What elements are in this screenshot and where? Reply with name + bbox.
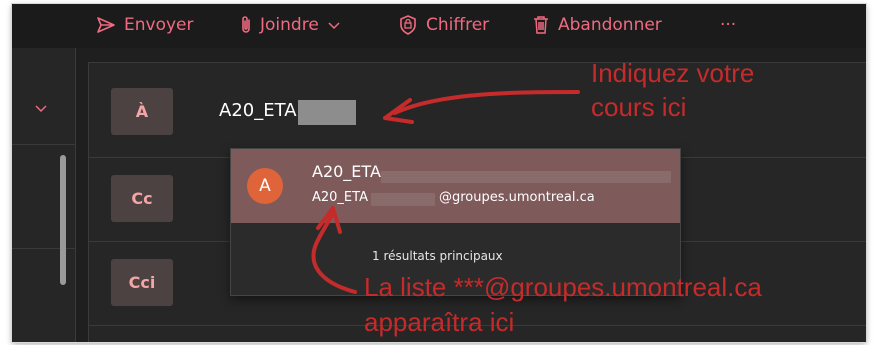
annotation-course-line1: Indiquez votre xyxy=(591,58,755,88)
compose-toolbar: Envoyer Joindre Chiffrer Abandonner ··· xyxy=(12,4,866,48)
send-icon xyxy=(96,16,116,34)
discard-button[interactable]: Abandonner xyxy=(532,12,662,38)
annotation-list-line2: apparaîtra ici xyxy=(364,307,515,337)
encrypt-label: Chiffrer xyxy=(426,15,490,35)
divider xyxy=(12,144,75,145)
suggestion-name: A20_ETA xyxy=(312,162,381,181)
to-input-text: A20_ETA xyxy=(219,100,297,121)
paperclip-icon xyxy=(240,15,252,35)
to-button[interactable]: À xyxy=(111,88,173,135)
more-label: ··· xyxy=(720,15,737,35)
scrollbar[interactable] xyxy=(60,155,66,285)
redaction-box xyxy=(381,171,671,183)
suggestion-item[interactable]: A A20_ETA A20_ETA @groupes.umontreal.ca xyxy=(231,149,680,223)
to-input[interactable]: A20_ETA xyxy=(219,100,297,121)
suggestion-email-domain: @groupes.umontreal.ca xyxy=(439,190,595,205)
encrypt-button[interactable]: Chiffrer xyxy=(398,12,489,38)
annotation-course-line2: cours ici xyxy=(591,92,687,122)
encrypt-shield-icon xyxy=(398,14,418,36)
suggestion-email-prefix: A20_ETA xyxy=(312,190,368,205)
more-icon[interactable]: ··· xyxy=(720,12,736,38)
annotation-list-line1: La liste ***@groupes.umontreal.ca xyxy=(364,272,762,302)
results-count: 1 résultats principaux xyxy=(372,249,503,263)
left-column xyxy=(12,48,76,342)
trash-icon xyxy=(532,14,550,36)
attach-label: Joindre xyxy=(260,15,319,35)
avatar: A xyxy=(247,168,283,204)
send-label: Envoyer xyxy=(124,15,194,35)
discard-label: Abandonner xyxy=(558,15,662,35)
bcc-button[interactable]: Cci xyxy=(111,259,173,306)
send-button[interactable]: Envoyer xyxy=(96,12,194,38)
redaction-box xyxy=(298,100,356,125)
redaction-box xyxy=(371,193,435,206)
cc-button[interactable]: Cc xyxy=(111,175,173,222)
attach-button[interactable]: Joindre xyxy=(240,12,341,38)
chevron-down-icon[interactable] xyxy=(327,20,341,30)
chevron-down-icon[interactable] xyxy=(34,98,48,117)
